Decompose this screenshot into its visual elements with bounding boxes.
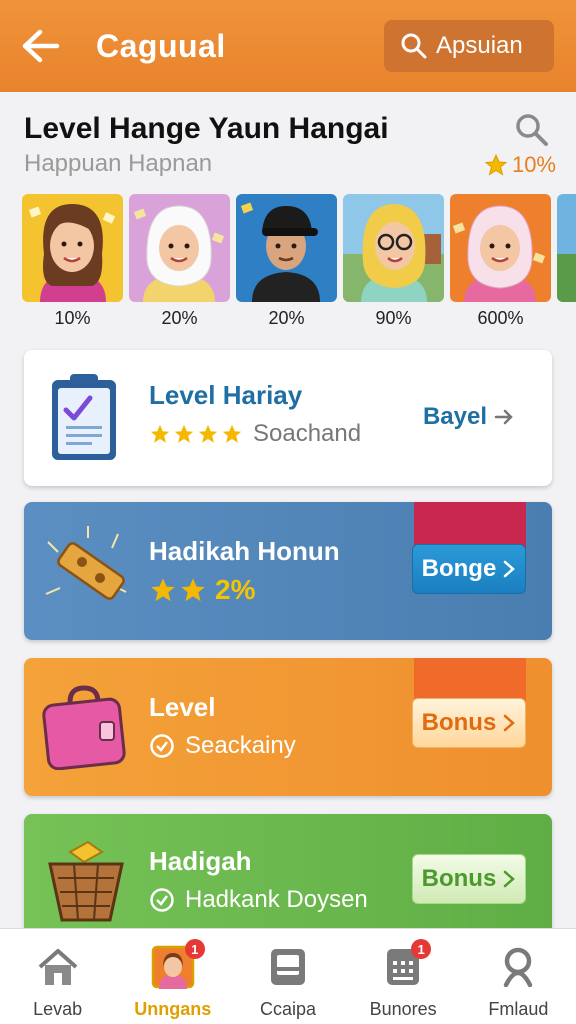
avatar-percent: 10% bbox=[54, 308, 91, 328]
bottom-navigation: Levab 1 Unngans Ccaipa 1 Bunores Fmlaud bbox=[0, 928, 576, 1024]
avatar-percent: 90% bbox=[375, 308, 412, 328]
avatar-item[interactable]: 20% bbox=[236, 194, 337, 329]
clipboard-icon bbox=[48, 372, 120, 467]
app-header: Caguual Apsuian bbox=[0, 0, 576, 92]
section-title: Level Hange Yaun Hangai bbox=[24, 112, 389, 145]
bonus-card[interactable]: Hadikah Honun 2% Bonge bbox=[24, 502, 552, 640]
star-icon bbox=[151, 578, 175, 602]
avatar[interactable] bbox=[236, 194, 337, 302]
card-title: Level Hariay bbox=[149, 380, 303, 410]
tablet-icon bbox=[269, 945, 307, 989]
card-action-label: Bayel bbox=[422, 403, 488, 430]
bag-icon bbox=[42, 684, 126, 775]
nav-label: Unngans bbox=[134, 999, 212, 1019]
avatar[interactable] bbox=[557, 194, 576, 302]
section-rating: 10% bbox=[484, 152, 556, 178]
avatar-item[interactable]: 10% bbox=[22, 194, 123, 329]
avatar[interactable] bbox=[129, 194, 230, 302]
avatar-icon: 1 bbox=[151, 939, 205, 989]
nav-label: Fmlaud bbox=[488, 999, 549, 1019]
card-ribbon bbox=[414, 502, 526, 548]
card-ribbon bbox=[414, 658, 526, 702]
card-action-button[interactable]: Bonge bbox=[412, 544, 526, 594]
avatar-item[interactable]: 90% bbox=[343, 194, 444, 329]
star-icon bbox=[150, 424, 170, 443]
card-action-button[interactable]: Bonus bbox=[412, 698, 526, 748]
star-icon bbox=[484, 153, 508, 176]
calculator-icon: 1 bbox=[385, 939, 432, 989]
card-title: Hadikah Honun bbox=[149, 536, 340, 566]
star-icon bbox=[181, 578, 205, 602]
card-subtitle: 2% bbox=[215, 574, 256, 605]
notification-badge: 1 bbox=[411, 939, 432, 959]
card-subtitle: Seackainy bbox=[185, 732, 296, 759]
card-subtitle: Hadkank Doysen bbox=[185, 886, 368, 913]
basket-icon bbox=[44, 838, 128, 929]
nav-item-levab[interactable]: Levab bbox=[0, 929, 115, 1024]
search-icon bbox=[401, 33, 427, 59]
avatar[interactable] bbox=[22, 194, 123, 302]
search-icon[interactable] bbox=[514, 112, 550, 153]
star-icon bbox=[222, 424, 242, 443]
level-card[interactable]: Level Hariay Soachand Bayel bbox=[24, 350, 552, 486]
avatar-percent: 600% bbox=[477, 308, 524, 328]
chevron-right-icon bbox=[494, 409, 513, 425]
star-rating bbox=[149, 576, 207, 604]
search-button[interactable]: Apsuian bbox=[384, 20, 554, 72]
notification-badge: 1 bbox=[184, 939, 205, 959]
section-rating-value: 10% bbox=[511, 152, 556, 177]
card-action-label: Bonus bbox=[421, 709, 497, 736]
avatar[interactable] bbox=[343, 194, 444, 302]
avatar-percent: 20% bbox=[268, 308, 305, 328]
chevron-right-icon bbox=[504, 714, 516, 732]
card-subtitle: Soachand bbox=[253, 420, 362, 447]
nav-label: Bunores bbox=[369, 999, 437, 1019]
card-subtitle-row: Soachand bbox=[149, 420, 361, 448]
avatar-item[interactable]: 20% bbox=[129, 194, 230, 329]
star-rating bbox=[149, 423, 243, 445]
nav-item-unngans[interactable]: 1 Unngans bbox=[115, 929, 230, 1024]
chevron-right-icon bbox=[504, 870, 516, 888]
search-button-label: Apsuian bbox=[436, 32, 523, 59]
card-action-label: Bonge bbox=[421, 555, 497, 582]
star-icon bbox=[174, 424, 194, 443]
card-subtitle-row: Seackainy bbox=[149, 732, 296, 760]
chevron-right-icon bbox=[504, 560, 516, 578]
ticket-icon bbox=[38, 522, 138, 627]
avatar-strip[interactable]: 10% 20% 20% 90% 600% bbox=[22, 194, 576, 334]
app-title: Caguual bbox=[96, 27, 226, 64]
check-circle-icon bbox=[150, 734, 174, 758]
nav-item-ccaipa[interactable]: Ccaipa bbox=[230, 929, 345, 1024]
section-subtitle: Happuan Hapnan bbox=[24, 150, 213, 177]
profile-icon bbox=[498, 945, 538, 989]
avatar-item[interactable] bbox=[557, 194, 576, 302]
avatar[interactable] bbox=[450, 194, 551, 302]
card-title: Level bbox=[149, 692, 216, 722]
nav-item-bunores[interactable]: 1 Bunores bbox=[346, 929, 461, 1024]
nav-item-fmlaud[interactable]: Fmlaud bbox=[461, 929, 576, 1024]
check-circle-icon bbox=[150, 888, 174, 912]
back-arrow-icon[interactable] bbox=[18, 24, 62, 68]
card-subtitle-row: 2% bbox=[149, 574, 255, 606]
card-action-label: Bonus bbox=[421, 865, 497, 892]
avatar-item[interactable]: 600% bbox=[450, 194, 551, 329]
card-action-button[interactable]: Bonus bbox=[412, 854, 526, 904]
home-icon bbox=[36, 945, 80, 989]
avatar-percent: 20% bbox=[161, 308, 198, 328]
card-subtitle-row: Hadkank Doysen bbox=[149, 886, 368, 914]
card-title: Hadigah bbox=[149, 846, 252, 876]
nav-label: Ccaipa bbox=[259, 999, 316, 1019]
bonus-card[interactable]: Level Seackainy Bonus bbox=[24, 658, 552, 796]
card-action-button[interactable]: Bayel bbox=[412, 392, 526, 442]
star-icon bbox=[198, 424, 218, 443]
nav-label: Levab bbox=[33, 999, 83, 1019]
